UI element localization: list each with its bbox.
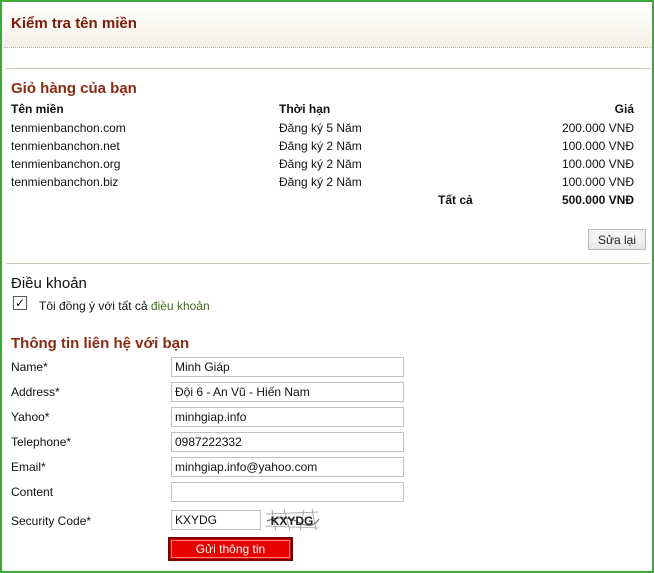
cart-row-domain: tenmienbanchon.org — [11, 157, 121, 171]
content-field[interactable] — [171, 482, 404, 502]
total-label: Tất cả — [438, 193, 473, 207]
yahoo-field[interactable] — [171, 407, 404, 427]
divider — [6, 263, 650, 264]
page-frame: Kiểm tra tên miền Giỏ hàng của bạn Tên m… — [0, 0, 654, 573]
captcha-image: KXYDG — [264, 508, 320, 532]
cart-row-domain: tenmienbanchon.biz — [11, 175, 119, 189]
column-header-period: Thời hạn — [279, 102, 331, 116]
security-code-label: Security Code* — [11, 514, 92, 528]
telephone-label: Telephone* — [11, 435, 72, 449]
column-header-domain: Tên miền — [11, 102, 64, 116]
submit-button[interactable]: Gửi thông tin — [168, 537, 293, 561]
cart-row-period: Đăng ký 2 Năm — [279, 157, 362, 171]
terms-agree-text: Tôi đồng ý với tất cả điều khoản — [39, 299, 210, 313]
name-label: Name* — [11, 360, 48, 374]
page-title: Kiểm tra tên miền — [11, 15, 137, 32]
check-mark-icon: ✓ — [14, 296, 26, 310]
name-field[interactable] — [171, 357, 404, 377]
page-header: Kiểm tra tên miền — [4, 4, 652, 48]
cart-row-price: 200.000 VNĐ — [561, 121, 634, 135]
divider — [6, 68, 650, 69]
terms-agree-label: Tôi đồng ý với tất cả — [39, 299, 151, 313]
cart-title: Giỏ hàng của bạn — [11, 80, 137, 97]
edit-cart-button[interactable]: Sửa lại — [588, 229, 646, 250]
cart-row-period: Đăng ký 2 Năm — [279, 139, 362, 153]
content-label: Content — [11, 485, 54, 499]
terms-link[interactable]: điều khoản — [151, 299, 210, 313]
address-field[interactable] — [171, 382, 404, 402]
cart-row-domain: tenmienbanchon.com — [11, 121, 126, 135]
total-value: 500.000 VNĐ — [561, 193, 634, 207]
terms-title: Điều khoản — [11, 275, 87, 292]
security-code-field[interactable] — [171, 510, 261, 530]
column-header-price: Giá — [614, 102, 634, 116]
cart-row-price: 100.000 VNĐ — [561, 157, 634, 171]
cart-row-domain: tenmienbanchon.net — [11, 139, 120, 153]
cart-row-period: Đăng ký 2 Năm — [279, 175, 362, 189]
cart-row-period: Đăng ký 5 Năm — [279, 121, 362, 135]
contact-title: Thông tin liên hệ với bạn — [11, 335, 190, 352]
email-label: Email* — [11, 460, 46, 474]
cart-row-price: 100.000 VNĐ — [561, 139, 634, 153]
email-field[interactable] — [171, 457, 404, 477]
captcha-text: KXYDG — [271, 514, 314, 528]
yahoo-label: Yahoo* — [11, 410, 50, 424]
address-label: Address* — [11, 385, 60, 399]
agree-checkbox[interactable]: ✓ — [13, 296, 27, 310]
cart-row-price: 100.000 VNĐ — [561, 175, 634, 189]
telephone-field[interactable] — [171, 432, 404, 452]
